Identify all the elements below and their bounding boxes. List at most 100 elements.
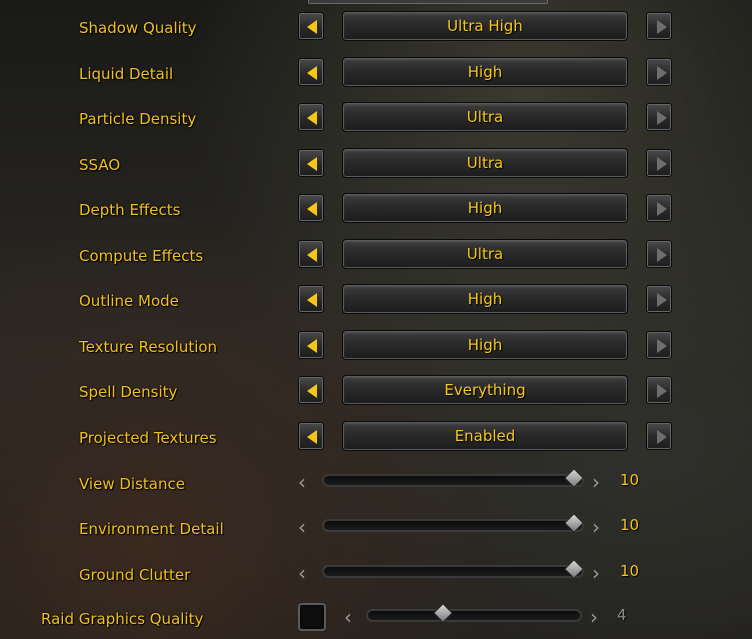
chevron-right-icon[interactable]: › [590,607,598,627]
previous-option-button[interactable] [298,285,324,313]
setting-dropdown[interactable]: Everything [342,375,628,405]
setting-row-liquid-detail: Liquid Detail High [0,57,752,92]
previous-option-button[interactable] [298,149,324,177]
left-triangle-icon [307,20,317,34]
chevron-left-icon[interactable]: ‹ [298,563,306,583]
right-triangle-icon [657,157,667,171]
dropdown-value: High [467,199,503,217]
setting-row-spell-density: Spell Density Everything [0,375,752,410]
chevron-left-icon[interactable]: ‹ [298,517,306,537]
setting-dropdown[interactable]: Ultra High [342,11,628,41]
setting-row-environment-detail: Environment Detail ‹ › 10 [0,513,752,547]
previous-option-button[interactable] [298,12,324,40]
slider-value: 10 [620,562,640,580]
next-option-button[interactable] [646,12,672,40]
slider-value: 10 [620,516,640,534]
right-triangle-icon [657,111,667,125]
setting-label: Shadow Quality [79,19,197,37]
setting-dropdown[interactable]: High [342,57,628,87]
setting-row-view-distance: View Distance ‹ › 10 [0,468,752,502]
setting-label: Particle Density [79,110,197,128]
right-triangle-icon [657,293,667,307]
setting-label: Texture Resolution [79,338,218,356]
raid-graphics-checkbox[interactable] [298,603,326,631]
top-frame-edge [308,0,548,4]
next-option-button[interactable] [646,149,672,177]
left-triangle-icon [307,66,317,80]
chevron-left-icon[interactable]: ‹ [298,472,306,492]
dropdown-value: Ultra High [447,17,523,35]
setting-row-depth-effects: Depth Effects High [0,193,752,228]
setting-dropdown[interactable]: Ultra [342,102,628,132]
setting-label: Liquid Detail [79,65,174,83]
next-option-button[interactable] [646,103,672,131]
chevron-right-icon[interactable]: › [592,517,600,537]
right-triangle-icon [657,202,667,216]
chevron-right-icon[interactable]: › [592,472,600,492]
setting-dropdown[interactable]: High [342,330,628,360]
left-triangle-icon [307,384,317,398]
left-triangle-icon [307,293,317,307]
setting-dropdown[interactable]: Ultra [342,148,628,178]
setting-row-particle-density: Particle Density Ultra [0,102,752,137]
setting-dropdown[interactable]: Ultra [342,239,628,269]
slider-value: 4 [617,606,627,624]
next-option-button[interactable] [646,285,672,313]
right-triangle-icon [657,20,667,34]
dropdown-value: High [467,290,503,308]
setting-row-shadow-quality: Shadow Quality Ultra High [0,11,752,46]
dropdown-value: High [467,63,503,81]
next-option-button[interactable] [646,422,672,450]
next-option-button[interactable] [646,194,672,222]
slider-track[interactable] [322,565,584,578]
setting-label: Ground Clutter [79,566,191,584]
setting-dropdown[interactable]: High [342,193,628,223]
setting-label: Outline Mode [79,292,179,310]
slider-track[interactable] [322,474,584,487]
setting-row-outline-mode: Outline Mode High [0,284,752,319]
next-option-button[interactable] [646,240,672,268]
chevron-left-icon[interactable]: ‹ [344,607,352,627]
previous-option-button[interactable] [298,103,324,131]
dropdown-value: Ultra [466,154,504,172]
left-triangle-icon [307,248,317,262]
previous-option-button[interactable] [298,58,324,86]
setting-dropdown[interactable]: High [342,284,628,314]
next-option-button[interactable] [646,376,672,404]
previous-option-button[interactable] [298,240,324,268]
setting-label: Compute Effects [79,247,204,265]
dropdown-value: Ultra [466,245,504,263]
left-triangle-icon [307,157,317,171]
setting-label: View Distance [79,475,185,493]
slider-track[interactable] [366,609,582,622]
setting-row-raid-graphics-quality: Raid Graphics Quality ‹ › 4 [0,603,752,637]
setting-label: Spell Density [79,383,178,401]
left-triangle-icon [307,111,317,125]
setting-row-compute-effects: Compute Effects Ultra [0,239,752,274]
right-triangle-icon [657,66,667,80]
dropdown-value: Ultra [466,108,504,126]
previous-option-button[interactable] [298,422,324,450]
previous-option-button[interactable] [298,331,324,359]
previous-option-button[interactable] [298,194,324,222]
setting-dropdown[interactable]: Enabled [342,421,628,451]
next-option-button[interactable] [646,331,672,359]
slider-track[interactable] [322,519,584,532]
setting-label: SSAO [79,156,121,174]
setting-row-texture-resolution: Texture Resolution High [0,330,752,365]
setting-label: Projected Textures [79,429,217,447]
chevron-right-icon[interactable]: › [592,563,600,583]
setting-row-projected-textures: Projected Textures Enabled [0,421,752,456]
previous-option-button[interactable] [298,376,324,404]
setting-label: Raid Graphics Quality [41,610,204,628]
right-triangle-icon [657,430,667,444]
setting-row-ssao: SSAO Ultra [0,148,752,183]
next-option-button[interactable] [646,58,672,86]
slider-value: 10 [620,471,640,489]
setting-label: Environment Detail [79,520,224,538]
right-triangle-icon [657,384,667,398]
dropdown-value: High [467,336,503,354]
left-triangle-icon [307,339,317,353]
right-triangle-icon [657,339,667,353]
setting-row-ground-clutter: Ground Clutter ‹ › 10 [0,559,752,593]
